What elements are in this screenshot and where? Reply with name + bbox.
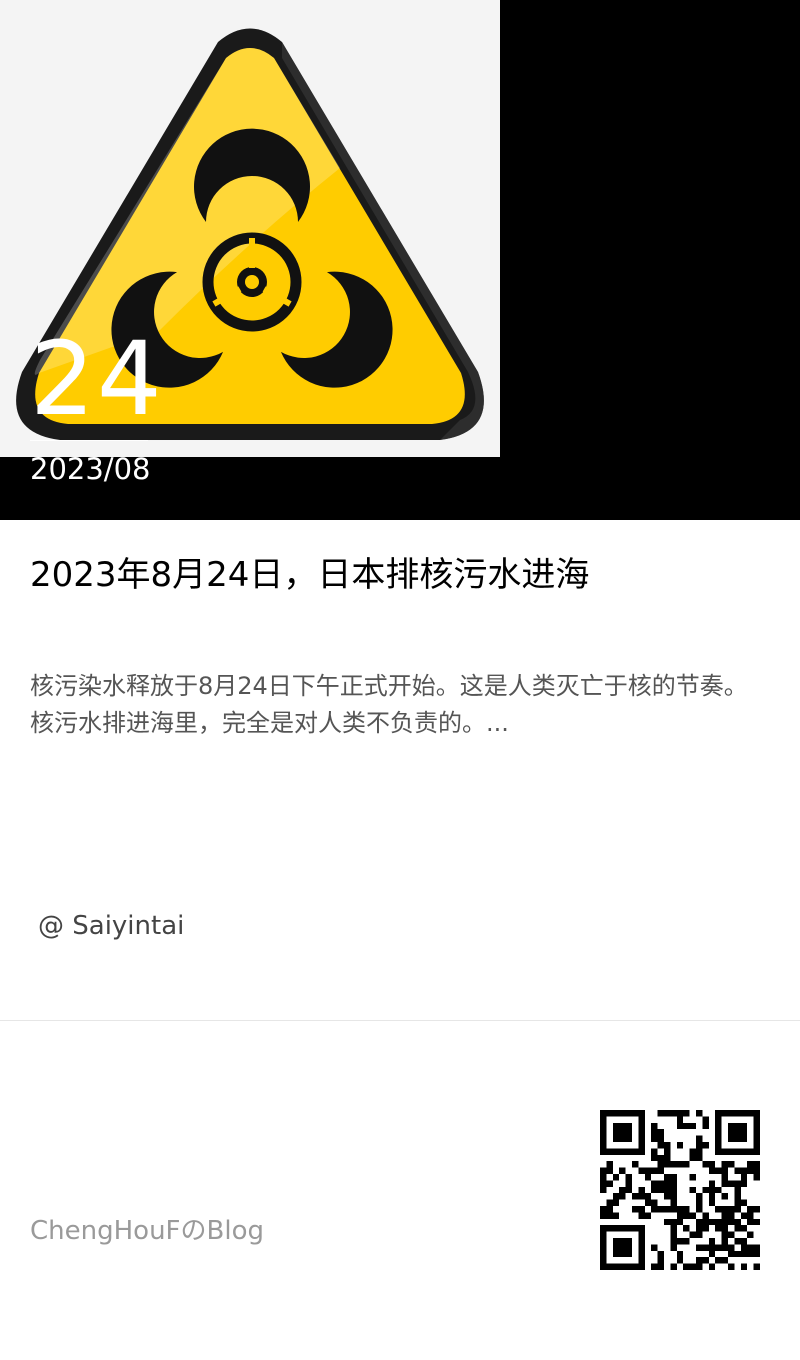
share-card: 24 2023/08 2023年8月24日，日本排核污水进海 核污染水释放于8月… [0,0,800,1360]
date-divider [30,440,148,441]
article-excerpt: 核污染水释放于8月24日下午正式开始。这是人类灭亡于核的节奏。核污水排进海里，完… [30,672,748,737]
qr-code-icon [600,1110,760,1270]
article-author: @ Saiyintai [38,911,185,941]
footer-divider [0,1020,800,1021]
hero-banner: 24 2023/08 [0,0,800,520]
post-day: 24 [30,320,164,439]
post-month-year: 2023/08 [30,452,151,486]
article-title: 2023年8月24日，日本排核污水进海 [30,555,590,595]
blog-name: ChengHouFのBlog [30,1216,264,1246]
